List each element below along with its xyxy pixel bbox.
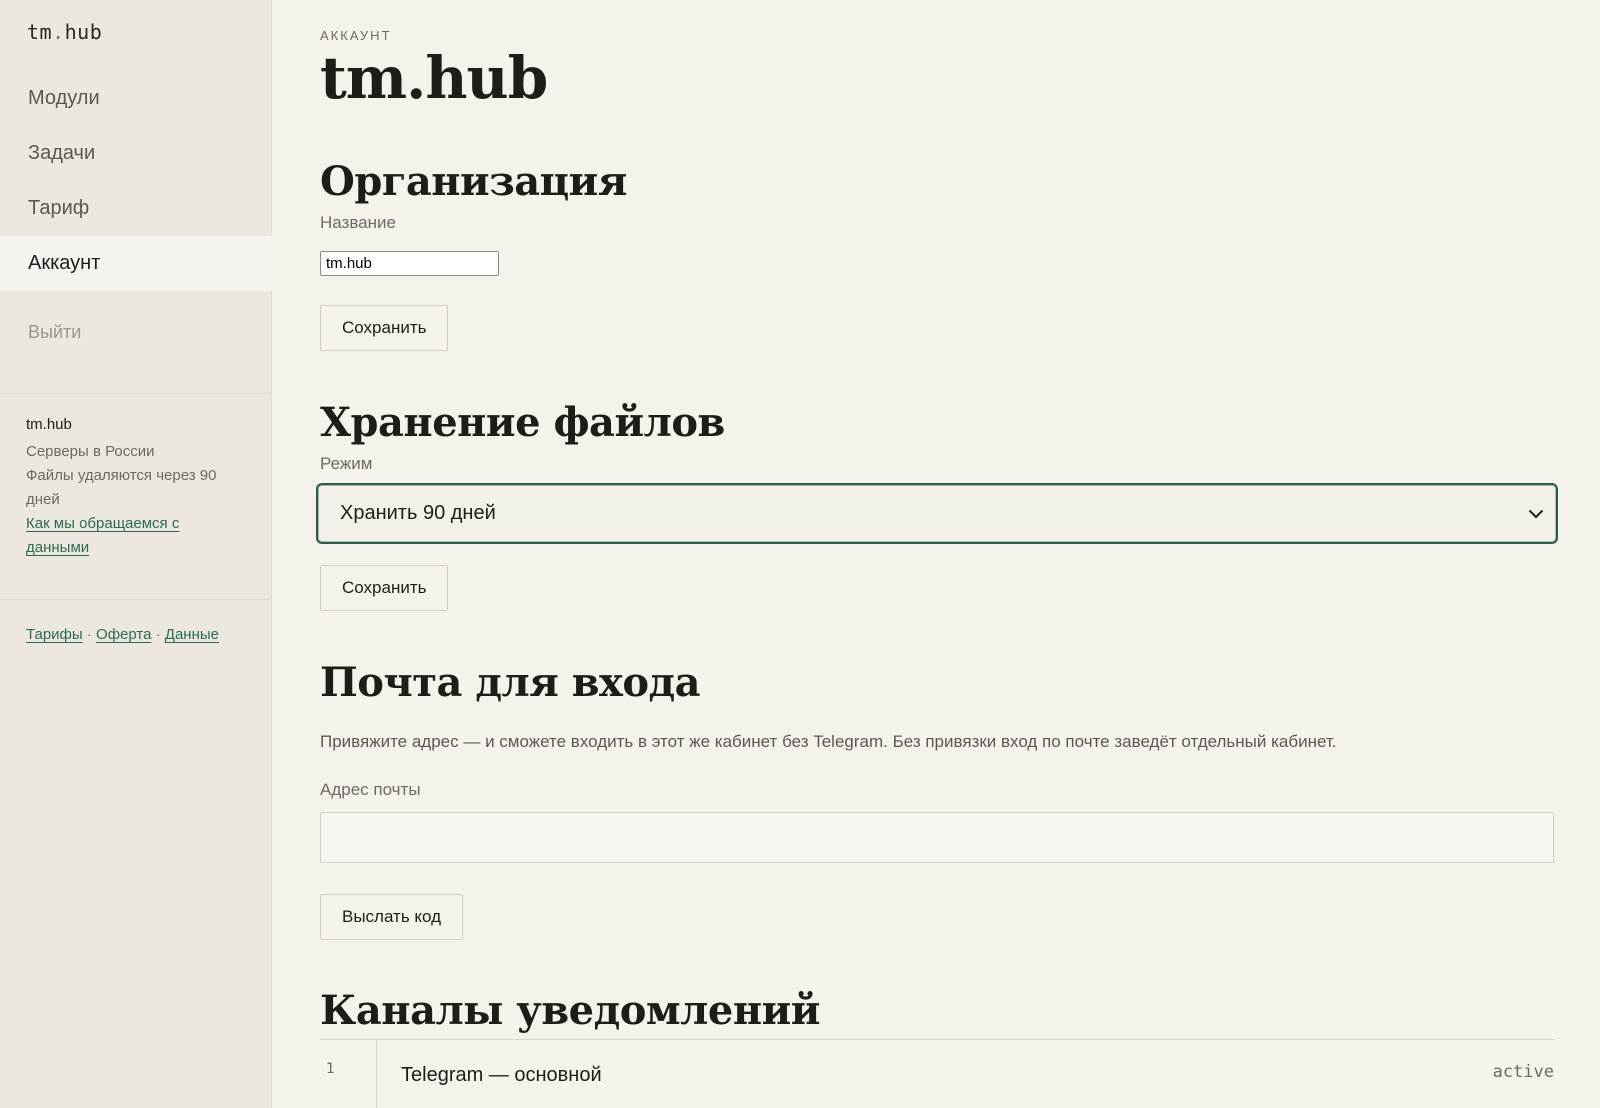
email-input[interactable] bbox=[320, 812, 1554, 863]
chevron-down-icon bbox=[1528, 507, 1544, 525]
channel-status: active bbox=[1492, 1062, 1554, 1082]
storage-mode-label: Режим bbox=[320, 454, 373, 473]
footer-link-tariffs[interactable]: Тарифы bbox=[26, 626, 83, 643]
sidebar-item-modules[interactable]: Модули bbox=[0, 71, 272, 126]
sidebar-footer-links: Тарифы · Оферта · Данные bbox=[26, 623, 219, 647]
email-label: Адрес почты bbox=[320, 780, 421, 799]
page-eyebrow: АККАУНТ bbox=[320, 28, 392, 43]
footer-separator: · bbox=[86, 626, 92, 643]
org-name-input[interactable] bbox=[320, 251, 499, 276]
login-email-heading: Почта для входа bbox=[320, 659, 701, 706]
table-row-number-cell: 1 bbox=[320, 1040, 377, 1108]
footer-link-data[interactable]: Данные bbox=[165, 626, 219, 643]
sidebar-divider bbox=[0, 393, 272, 394]
retention-note-line-1: Файлы удаляются через 90 bbox=[26, 467, 217, 484]
login-email-description: Привяжите адрес — и сможете входить в эт… bbox=[320, 732, 1337, 751]
logo-dot: . bbox=[52, 20, 65, 44]
logo-text-right: hub bbox=[64, 20, 103, 44]
org-name-label: Название bbox=[320, 213, 396, 232]
sidebar-info: tm.hub Серверы в России Файлы удаляются … bbox=[26, 416, 246, 560]
sidebar-item-tasks[interactable]: Задачи bbox=[0, 126, 272, 181]
storage-mode-select[interactable]: Хранить 90 дней bbox=[316, 483, 1558, 544]
storage-save-button[interactable]: Сохранить bbox=[320, 565, 449, 611]
data-policy-link-line-1[interactable]: Как мы обращаемся с bbox=[26, 515, 179, 532]
logout-link[interactable]: Выйти bbox=[28, 322, 81, 343]
sidebar: tm.hub Модули Задачи Тариф Аккаунт Выйти… bbox=[0, 0, 272, 1108]
sidebar-divider-footer bbox=[0, 599, 272, 600]
sidebar-nav: Модули Задачи Тариф Аккаунт bbox=[0, 71, 272, 291]
storage-mode-value: Хранить 90 дней bbox=[340, 502, 496, 524]
organization-heading: Организация bbox=[320, 158, 627, 205]
channel-name[interactable]: Telegram — основной bbox=[401, 1064, 602, 1087]
sidebar-item-tariff[interactable]: Тариф bbox=[0, 181, 272, 236]
logo[interactable]: tm.hub bbox=[27, 20, 102, 44]
footer-link-offer[interactable]: Оферта bbox=[96, 626, 151, 643]
sidebar-item-account[interactable]: Аккаунт bbox=[0, 236, 272, 291]
logo-text-left: tm bbox=[27, 20, 53, 44]
servers-note: Серверы в России bbox=[26, 443, 155, 460]
retention-note-line-2: дней bbox=[26, 491, 60, 508]
send-code-button[interactable]: Выслать код bbox=[320, 894, 464, 940]
sidebar-org-name: tm.hub bbox=[26, 416, 72, 433]
data-policy-link-line-2[interactable]: данными bbox=[26, 539, 89, 556]
row-number: 1 bbox=[326, 1061, 335, 1077]
org-save-button[interactable]: Сохранить bbox=[320, 305, 449, 351]
storage-heading: Хранение файлов bbox=[320, 399, 725, 446]
footer-separator: · bbox=[155, 626, 161, 643]
channels-table: 1 Telegram — основной active bbox=[320, 1039, 1554, 1108]
page-title: tm.hub bbox=[320, 44, 548, 112]
channels-heading: Каналы уведомлений bbox=[320, 987, 820, 1034]
